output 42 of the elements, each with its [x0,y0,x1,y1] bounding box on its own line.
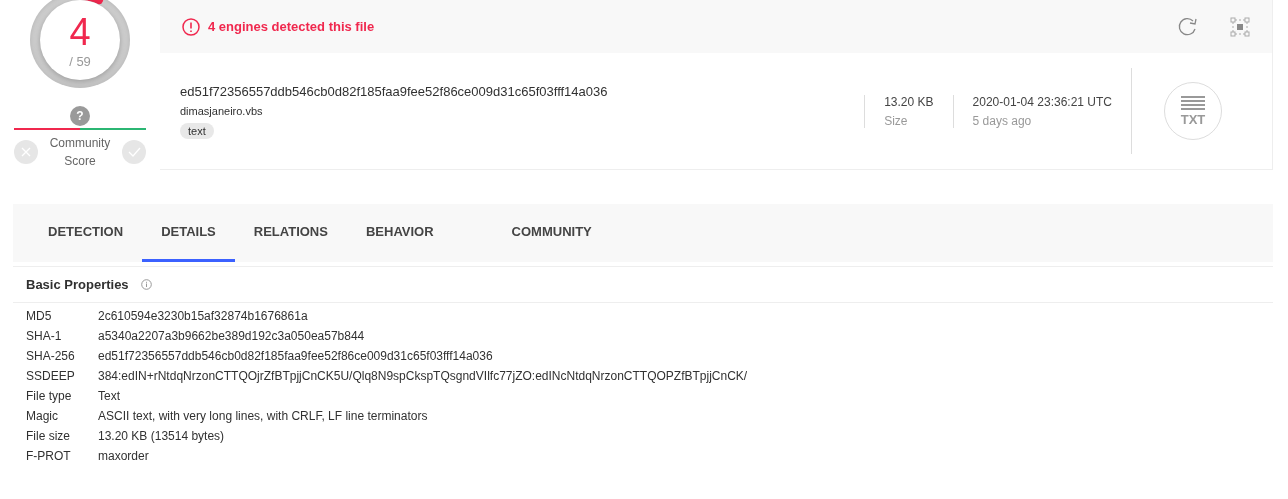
stat-value: 13.20 KB [884,94,934,109]
section-title: Basic Properties [26,277,129,292]
property-name: SHA-256 [26,349,76,363]
file-type-text: TXT [1180,111,1206,127]
property-name: Magic [26,409,59,423]
alert-message: 4 engines detected this file [208,19,375,34]
property-name: F-PROT [26,449,72,463]
tab[interactable]: BEHAVIOR [346,204,453,262]
tab[interactable]: DETECTION [29,204,143,262]
info-icon[interactable] [140,279,152,290]
tab[interactable]: DETAILS [142,204,235,262]
community-score-marker: ? [70,106,90,126]
check-icon[interactable] [122,140,146,164]
reanalyze-icon[interactable] [1176,15,1200,38]
property-value: 2c610594e3230b15af32874b1676861a [98,309,309,323]
community-score-label: Community Score [48,135,112,170]
detection-count: 4 [69,11,91,52]
property-name: File type [26,389,73,403]
file-tag[interactable]: text [180,122,214,139]
property-value: ed51f72356557ddb546cb0d82f185faa9fee52f86ce009d31c65f03fff14a036 [98,349,494,363]
alert-icon [182,17,200,36]
file-hash: ed51f72356557ddb546cb0d82f185faa9fee52f86ce009d31c65f03fff14a036 [180,83,609,99]
property-value: Text [98,389,121,403]
property-value: maxorder [98,449,150,463]
stat-label: Size [884,113,909,128]
property-value: 13.20 KB (13514 bytes) [98,429,226,443]
property-value: ASCII text, with very long lines, with CRLF, LF line terminators [98,409,429,423]
property-value: 384:edIN+rNtdqNrzonCTTQOjrZfBTpjjCnCK5U/Qlq8N9spCkspTQsgndVIlfc77jZO:edINcNtdqNrzonCTTQOPZfBTpjjCnCK/ [98,369,749,383]
tab[interactable]: COMMUNITY [492,204,611,262]
property-name: SHA-1 [26,329,63,343]
close-icon[interactable] [14,140,38,164]
lines-icon [1181,95,1205,110]
stat-value: 2020-01-04 23:36:21 UTC [972,94,1112,109]
property-name: MD5 [26,309,53,323]
engine-total: / 59 [69,53,91,69]
property-name: File size [26,429,71,443]
stat-label: 5 days ago [972,113,1033,128]
file-name: dimasjaneiro.vbs [180,104,264,117]
tab[interactable]: RELATIONS [234,204,347,262]
property-value: a5340a2207a3b9662be389d192c3a050ea57b844 [98,329,366,343]
property-name: SSDEEP [26,369,76,383]
graph-icon[interactable] [1230,16,1250,37]
